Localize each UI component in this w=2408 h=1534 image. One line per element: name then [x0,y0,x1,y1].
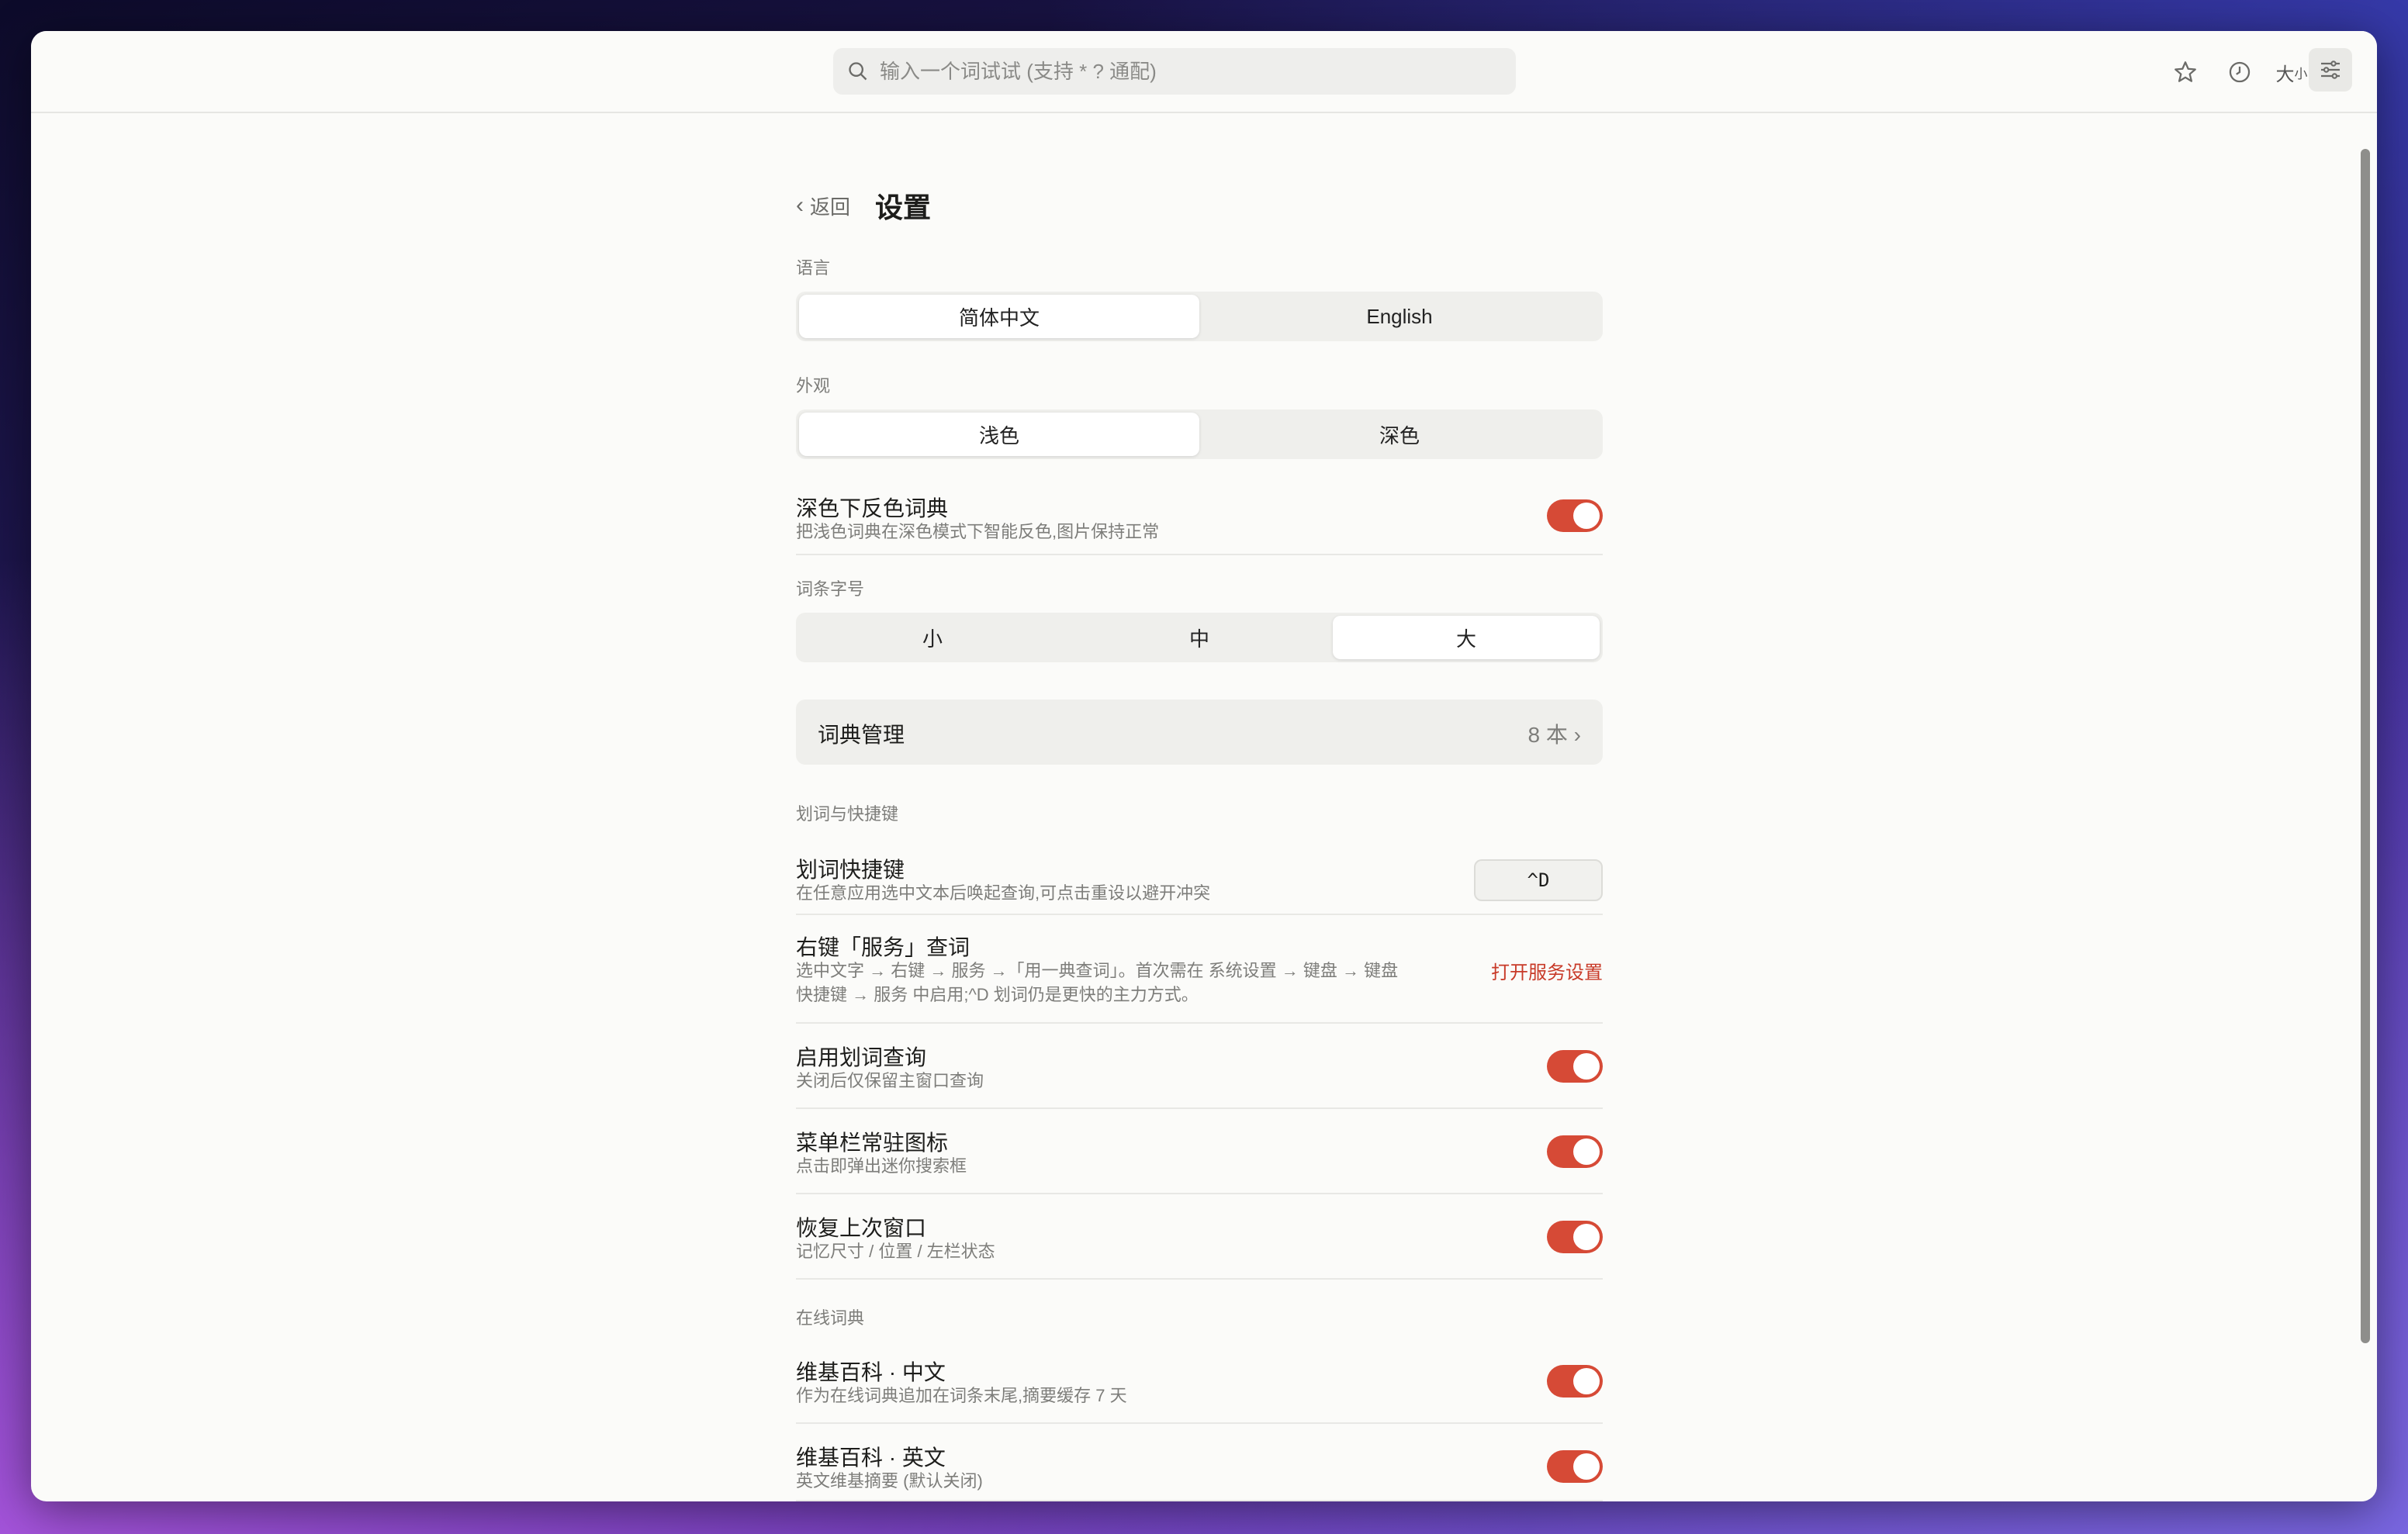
wiki-en-desc: 英文维基摘要 (默认关闭) [796,1471,983,1491]
appearance-segmented-control: 浅色 深色 [796,409,1603,459]
appearance-option-light[interactable]: 浅色 [799,413,1199,456]
back-label: 返回 [810,195,851,219]
language-option-en[interactable]: English [1199,295,1600,338]
sliders-icon [2321,60,2340,79]
shortcut-row: 划词快捷键 在任意应用选中文本后唤起查询,可点击重设以避开冲突 ^D [796,838,1603,915]
restore-window-title: 恢复上次窗口 [796,1216,927,1240]
font-size-small-label: 小 [2294,66,2308,81]
language-segmented-control: 简体中文 English [796,292,1603,341]
dictionary-management-button[interactable]: 词典管理 8 本 › [796,700,1603,765]
menubar-icon-toggle[interactable] [1547,1135,1603,1168]
settings-content: ‹ 返回 设置 语言 简体中文 English 外观 浅色 深色 深色下反色词典… [31,115,2377,1501]
favorites-button[interactable] [2166,53,2205,92]
wiki-zh-row: 维基百科 · 中文 作为在线词典追加在词条末尾,摘要缓存 7 天 [796,1339,1603,1424]
enable-selection-title: 启用划词查询 [796,1045,927,1069]
back-button[interactable]: ‹ 返回 [796,192,850,220]
dictionary-management-label: 词典管理 [818,723,905,747]
selection-section-label: 划词与快捷键 [796,804,899,824]
font-size-big-label: 大 [2275,64,2295,85]
clock-icon [2229,61,2251,83]
menubar-icon-row: 菜单栏常驻图标 点击即弹出迷你搜索框 [796,1109,1603,1194]
wiki-zh-toggle[interactable] [1547,1365,1603,1398]
services-title: 右键「服务」查词 [796,935,970,959]
wiki-en-title: 维基百科 · 英文 [796,1446,946,1470]
invert-dark-desc: 把浅色词典在深色模式下智能反色,图片保持正常 [796,522,1160,541]
invert-dark-title: 深色下反色词典 [796,496,949,520]
app-window: 大小 ‹ 返回 设置 语言 简体中文 English 外观 浅色 深色 [31,31,2377,1501]
appearance-label: 外观 [796,376,831,396]
search-box[interactable] [833,48,1516,95]
language-label: 语言 [796,258,831,278]
font-size-option-small[interactable]: 小 [799,616,1066,659]
entry-font-size-label: 词条字号 [796,579,865,599]
font-size-option-medium[interactable]: 中 [1066,616,1333,659]
services-desc-line1: 选中文字 → 右键 → 服务 →「用一典查词」。首次需在 系统设置 → 键盘 →… [796,961,1399,980]
services-row: 右键「服务」查词 选中文字 → 右键 → 服务 →「用一典查词」。首次需在 系统… [796,915,1603,1024]
restore-window-toggle[interactable] [1547,1221,1603,1253]
search-icon [849,62,867,81]
shortcut-key-button[interactable]: ^D [1474,859,1603,901]
open-services-settings-link[interactable]: 打开服务设置 [1491,957,1603,984]
wiki-en-toggle[interactable] [1547,1450,1603,1483]
settings-header: ‹ 返回 设置 [796,186,931,225]
appearance-option-dark[interactable]: 深色 [1199,413,1600,456]
services-desc-line2: 快捷键 → 服务 中启用;^D 划词仍是更快的主力方式。 [796,985,1199,1004]
online-section-label: 在线词典 [796,1308,865,1328]
history-button[interactable] [2220,53,2259,92]
entry-font-size-segmented-control: 小 中 大 [796,613,1603,662]
page-title: 设置 [875,192,932,223]
menubar-icon-desc: 点击即弹出迷你搜索框 [796,1156,967,1176]
wiki-zh-desc: 作为在线词典追加在词条末尾,摘要缓存 7 天 [796,1386,1127,1405]
star-icon [2174,61,2196,82]
invert-dark-row: 深色下反色词典 把浅色词典在深色模式下智能反色,图片保持正常 [796,481,1603,555]
language-option-zh[interactable]: 简体中文 [799,295,1199,338]
font-size-button[interactable]: 大小 [2268,53,2315,92]
scrollbar[interactable] [2358,115,2372,1501]
scrollbar-thumb[interactable] [2361,149,2370,1343]
shortcut-title: 划词快捷键 [796,858,905,882]
enable-selection-desc: 关闭后仅保留主窗口查询 [796,1071,984,1090]
shortcut-desc: 在任意应用选中文本后唤起查询,可点击重设以避开冲突 [796,883,1211,903]
wiki-en-row: 维基百科 · 英文 英文维基摘要 (默认关闭) [796,1424,1603,1501]
search-input[interactable] [880,48,1500,95]
restore-window-desc: 记忆尺寸 / 位置 / 左栏状态 [796,1242,995,1261]
font-size-option-large[interactable]: 大 [1333,616,1600,659]
title-bar: 大小 [31,31,2377,113]
enable-selection-toggle[interactable] [1547,1050,1603,1083]
chevron-left-icon: ‹ [796,192,804,218]
restore-window-row: 恢复上次窗口 记忆尺寸 / 位置 / 左栏状态 [796,1194,1603,1280]
invert-dark-toggle[interactable] [1547,499,1603,532]
dictionary-count: 8 本 › [1527,723,1581,747]
menubar-icon-title: 菜单栏常驻图标 [796,1131,949,1155]
settings-button[interactable] [2309,48,2352,92]
wiki-zh-title: 维基百科 · 中文 [796,1360,946,1384]
enable-selection-row: 启用划词查询 关闭后仅保留主窗口查询 [796,1024,1603,1109]
